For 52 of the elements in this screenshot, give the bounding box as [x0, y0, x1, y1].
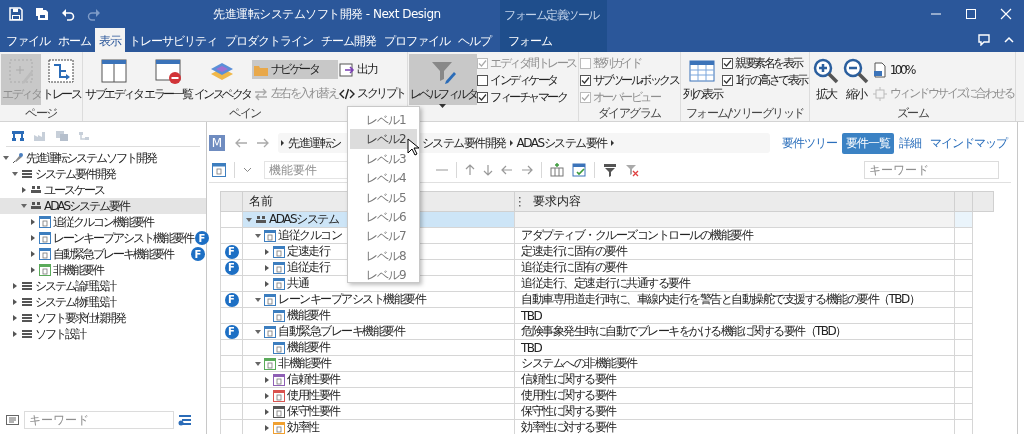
table-cell: アダプティブ・クルーズコントロールの機能要件	[515, 228, 955, 244]
table-cell: 追従走行、定速走行に共通する要件	[515, 276, 955, 292]
table-cell: システムへの非機能要件	[515, 356, 955, 372]
table-cell: 危険事象発生時に自動でブレーキをかける機能に関する要件（TBD）	[515, 324, 955, 340]
item-label: 追従クルコン	[278, 227, 341, 244]
table-cell: 保守性に関する要件	[515, 404, 955, 420]
item-label: ADASシステム要件	[44, 197, 130, 215]
item-label: レーンキープアシスト機能要件	[53, 229, 193, 247]
item-label: 先進運転システムソフト開発	[26, 149, 156, 167]
item-label: 使用性要件	[287, 387, 340, 404]
item-label: 追従走行	[287, 259, 329, 276]
item-label: システム要件開発	[35, 165, 115, 183]
feature-badge: F	[224, 292, 239, 307]
item-label: 非機能要件	[53, 261, 103, 279]
item-label: ユースケース	[44, 181, 104, 199]
table-cell: 効率性に対する要件	[515, 420, 955, 434]
table-cell: 使用性に関する要件	[515, 388, 955, 404]
item-label: 保守性要件	[287, 403, 340, 420]
item-label: 機能要件	[287, 339, 329, 356]
item-label: 機能要件	[287, 307, 329, 324]
context-group-label: フォーム定義ツール	[500, 0, 607, 28]
feature-badge: F	[224, 324, 239, 339]
group-label: ズーム	[896, 106, 929, 121]
table-cell: 自動車専用道走行時に、車線内走行を警告と自動操舵で支援する機能の要件（TBD）	[515, 292, 955, 308]
item-label: システム論理設計	[35, 277, 115, 295]
item-label: システム物理設計	[35, 293, 115, 311]
item-label: 非機能要件	[278, 355, 331, 372]
feature-badge: F	[195, 231, 209, 245]
table-cell: 定速走行に固有の要件	[515, 244, 955, 260]
item-label: 共通	[287, 275, 308, 292]
table-cell: TBD	[515, 340, 955, 356]
feature-badge: F	[191, 247, 205, 261]
item-label: 効率性	[287, 419, 319, 434]
table-cell: 信頼性に関する要件	[515, 372, 955, 388]
item-label: 自動緊急ブレーキ機能要件	[53, 245, 173, 263]
item-label: 信頼性要件	[287, 371, 340, 388]
window-title: 先進運転システムソフト開発 - Next Design	[213, 5, 442, 23]
item-label: ソフト設計	[35, 325, 85, 343]
group-label: フォーム/ツリーグリッド	[685, 106, 804, 121]
feature-badge: F	[224, 260, 239, 275]
table-cell: 追従走行に固有の要件	[515, 260, 955, 276]
group-label: ダイアグラム	[597, 106, 661, 121]
item-label: 追従クルコン機能要件	[53, 213, 153, 231]
group-label: ページ	[25, 106, 57, 121]
item-label: 自動緊急ブレーキ機能要件	[278, 323, 404, 340]
feature-badge: F	[224, 244, 239, 259]
item-label: レーンキープアシスト機能要件	[278, 291, 425, 308]
group-label: ペイン	[229, 106, 261, 121]
item-label: ADASシステム	[269, 211, 339, 228]
item-label: ソフト要求仕様開発	[35, 309, 125, 327]
table-cell: TBD	[515, 308, 955, 324]
item-label: 定速走行	[287, 243, 329, 260]
